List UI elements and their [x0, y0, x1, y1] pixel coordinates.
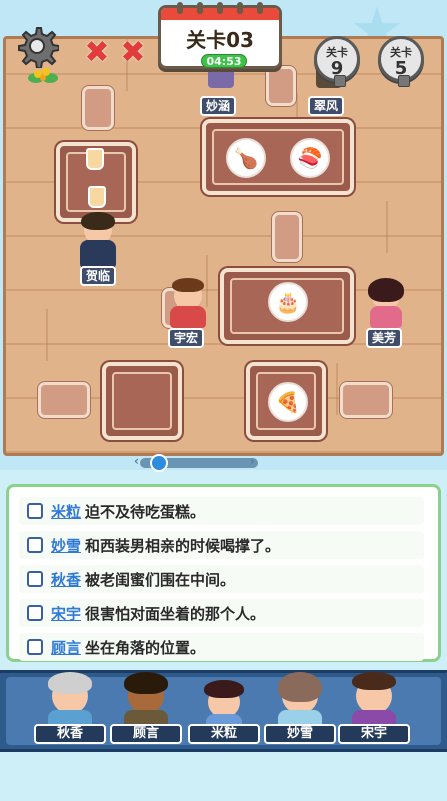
- clue-checkbox[interactable]: [27, 571, 43, 587]
- mistake-x-icon: ✖: [120, 35, 146, 70]
- character-name: 妙雪: [264, 724, 336, 744]
- character-name: 顾言: [110, 724, 182, 744]
- clue-person-name[interactable]: 顾言: [51, 637, 81, 658]
- character-card-guyan[interactable]: 顾言: [106, 670, 186, 752]
- chair[interactable]: [272, 212, 302, 262]
- chair[interactable]: [266, 66, 296, 106]
- drink-cup: [86, 148, 104, 170]
- clue-checkbox[interactable]: [27, 639, 43, 655]
- sushi-plate-icon: 🍣: [290, 138, 330, 178]
- character-name: 秋香: [34, 724, 106, 744]
- lock-icon: [398, 75, 410, 87]
- scene-name-tag: 贺临: [80, 266, 117, 286]
- locked-level-badge[interactable]: 关卡 5: [378, 36, 424, 87]
- scroll-right-arrow-icon[interactable]: ›: [250, 454, 255, 468]
- table-center-top[interactable]: [202, 119, 354, 195]
- clue-text: 被老闺蜜们围在中间。: [85, 570, 236, 589]
- character-name: 米粒: [188, 724, 260, 744]
- clue-person-name[interactable]: 米粒: [51, 501, 81, 522]
- clue-text: 很害怕对面坐着的那个人。: [85, 604, 266, 623]
- character-card-songyu[interactable]: 宋宇: [334, 670, 414, 752]
- clue-panel: 米粒 迫不及待吃蛋糕。 妙雪 和西装男相亲的时候喝撑了。 秋香 被老闺蜜们围在中…: [6, 484, 441, 662]
- character-card-miaoxue[interactable]: 妙雪: [260, 670, 340, 752]
- chair[interactable]: [38, 382, 90, 418]
- table-bottom-left[interactable]: [102, 362, 182, 440]
- clue-text: 坐在角落的位置。: [85, 638, 206, 657]
- scroll-left-arrow-icon[interactable]: ‹: [134, 454, 139, 468]
- scene-name-tag: 妙涵: [200, 96, 237, 116]
- locked-level-badge[interactable]: 关卡 9: [314, 36, 360, 87]
- clue-checkbox[interactable]: [27, 503, 43, 519]
- clue-checkbox[interactable]: [27, 605, 43, 621]
- clue-row[interactable]: 顾言 坐在角落的位置。: [19, 633, 424, 661]
- settings-gear-icon[interactable]: [15, 24, 60, 69]
- pizza-icon: 🍕: [268, 382, 308, 422]
- clue-person-name[interactable]: 秋香: [51, 569, 81, 590]
- level-title: 关卡03: [186, 28, 254, 52]
- countdown-timer: 04:53: [201, 54, 247, 68]
- clue-row[interactable]: 秋香 被老闺蜜们围在中间。: [19, 565, 424, 593]
- clue-text: 迫不及待吃蛋糕。: [85, 502, 206, 521]
- level-card: 关卡03 04:53: [158, 2, 282, 69]
- clue-text: 和西装男相亲的时候喝撑了。: [85, 536, 281, 555]
- clue-person-name[interactable]: 宋宇: [51, 603, 81, 624]
- clue-checkbox[interactable]: [27, 537, 43, 553]
- character-card-mili[interactable]: 米粒: [184, 670, 264, 752]
- clue-row[interactable]: 妙雪 和西装男相亲的时候喝撑了。: [19, 531, 424, 559]
- scene-name-tag: 翠风: [308, 96, 345, 116]
- clue-row[interactable]: 宋宇 很害怕对面坐着的那个人。: [19, 599, 424, 627]
- chair[interactable]: [340, 382, 392, 418]
- character-name: 宋宇: [338, 724, 410, 744]
- character-card-qiuxiang[interactable]: 秋香: [30, 670, 110, 752]
- scene-name-tag: 宇宏: [168, 328, 205, 348]
- lock-icon: [334, 75, 346, 87]
- roast-chicken-icon: 🍗: [226, 138, 266, 178]
- map-scroll-thumb[interactable]: [150, 454, 168, 472]
- mistake-x-icon: ✖: [84, 35, 110, 70]
- flower-decoration-icon: [28, 66, 58, 86]
- clue-person-name[interactable]: 妙雪: [51, 535, 81, 556]
- scene-name-tag: 美芳: [366, 328, 403, 348]
- chair[interactable]: [82, 86, 114, 130]
- cake-icon: 🎂: [268, 282, 308, 322]
- clue-row[interactable]: 米粒 迫不及待吃蛋糕。: [19, 497, 424, 525]
- drink-cup: [88, 186, 106, 208]
